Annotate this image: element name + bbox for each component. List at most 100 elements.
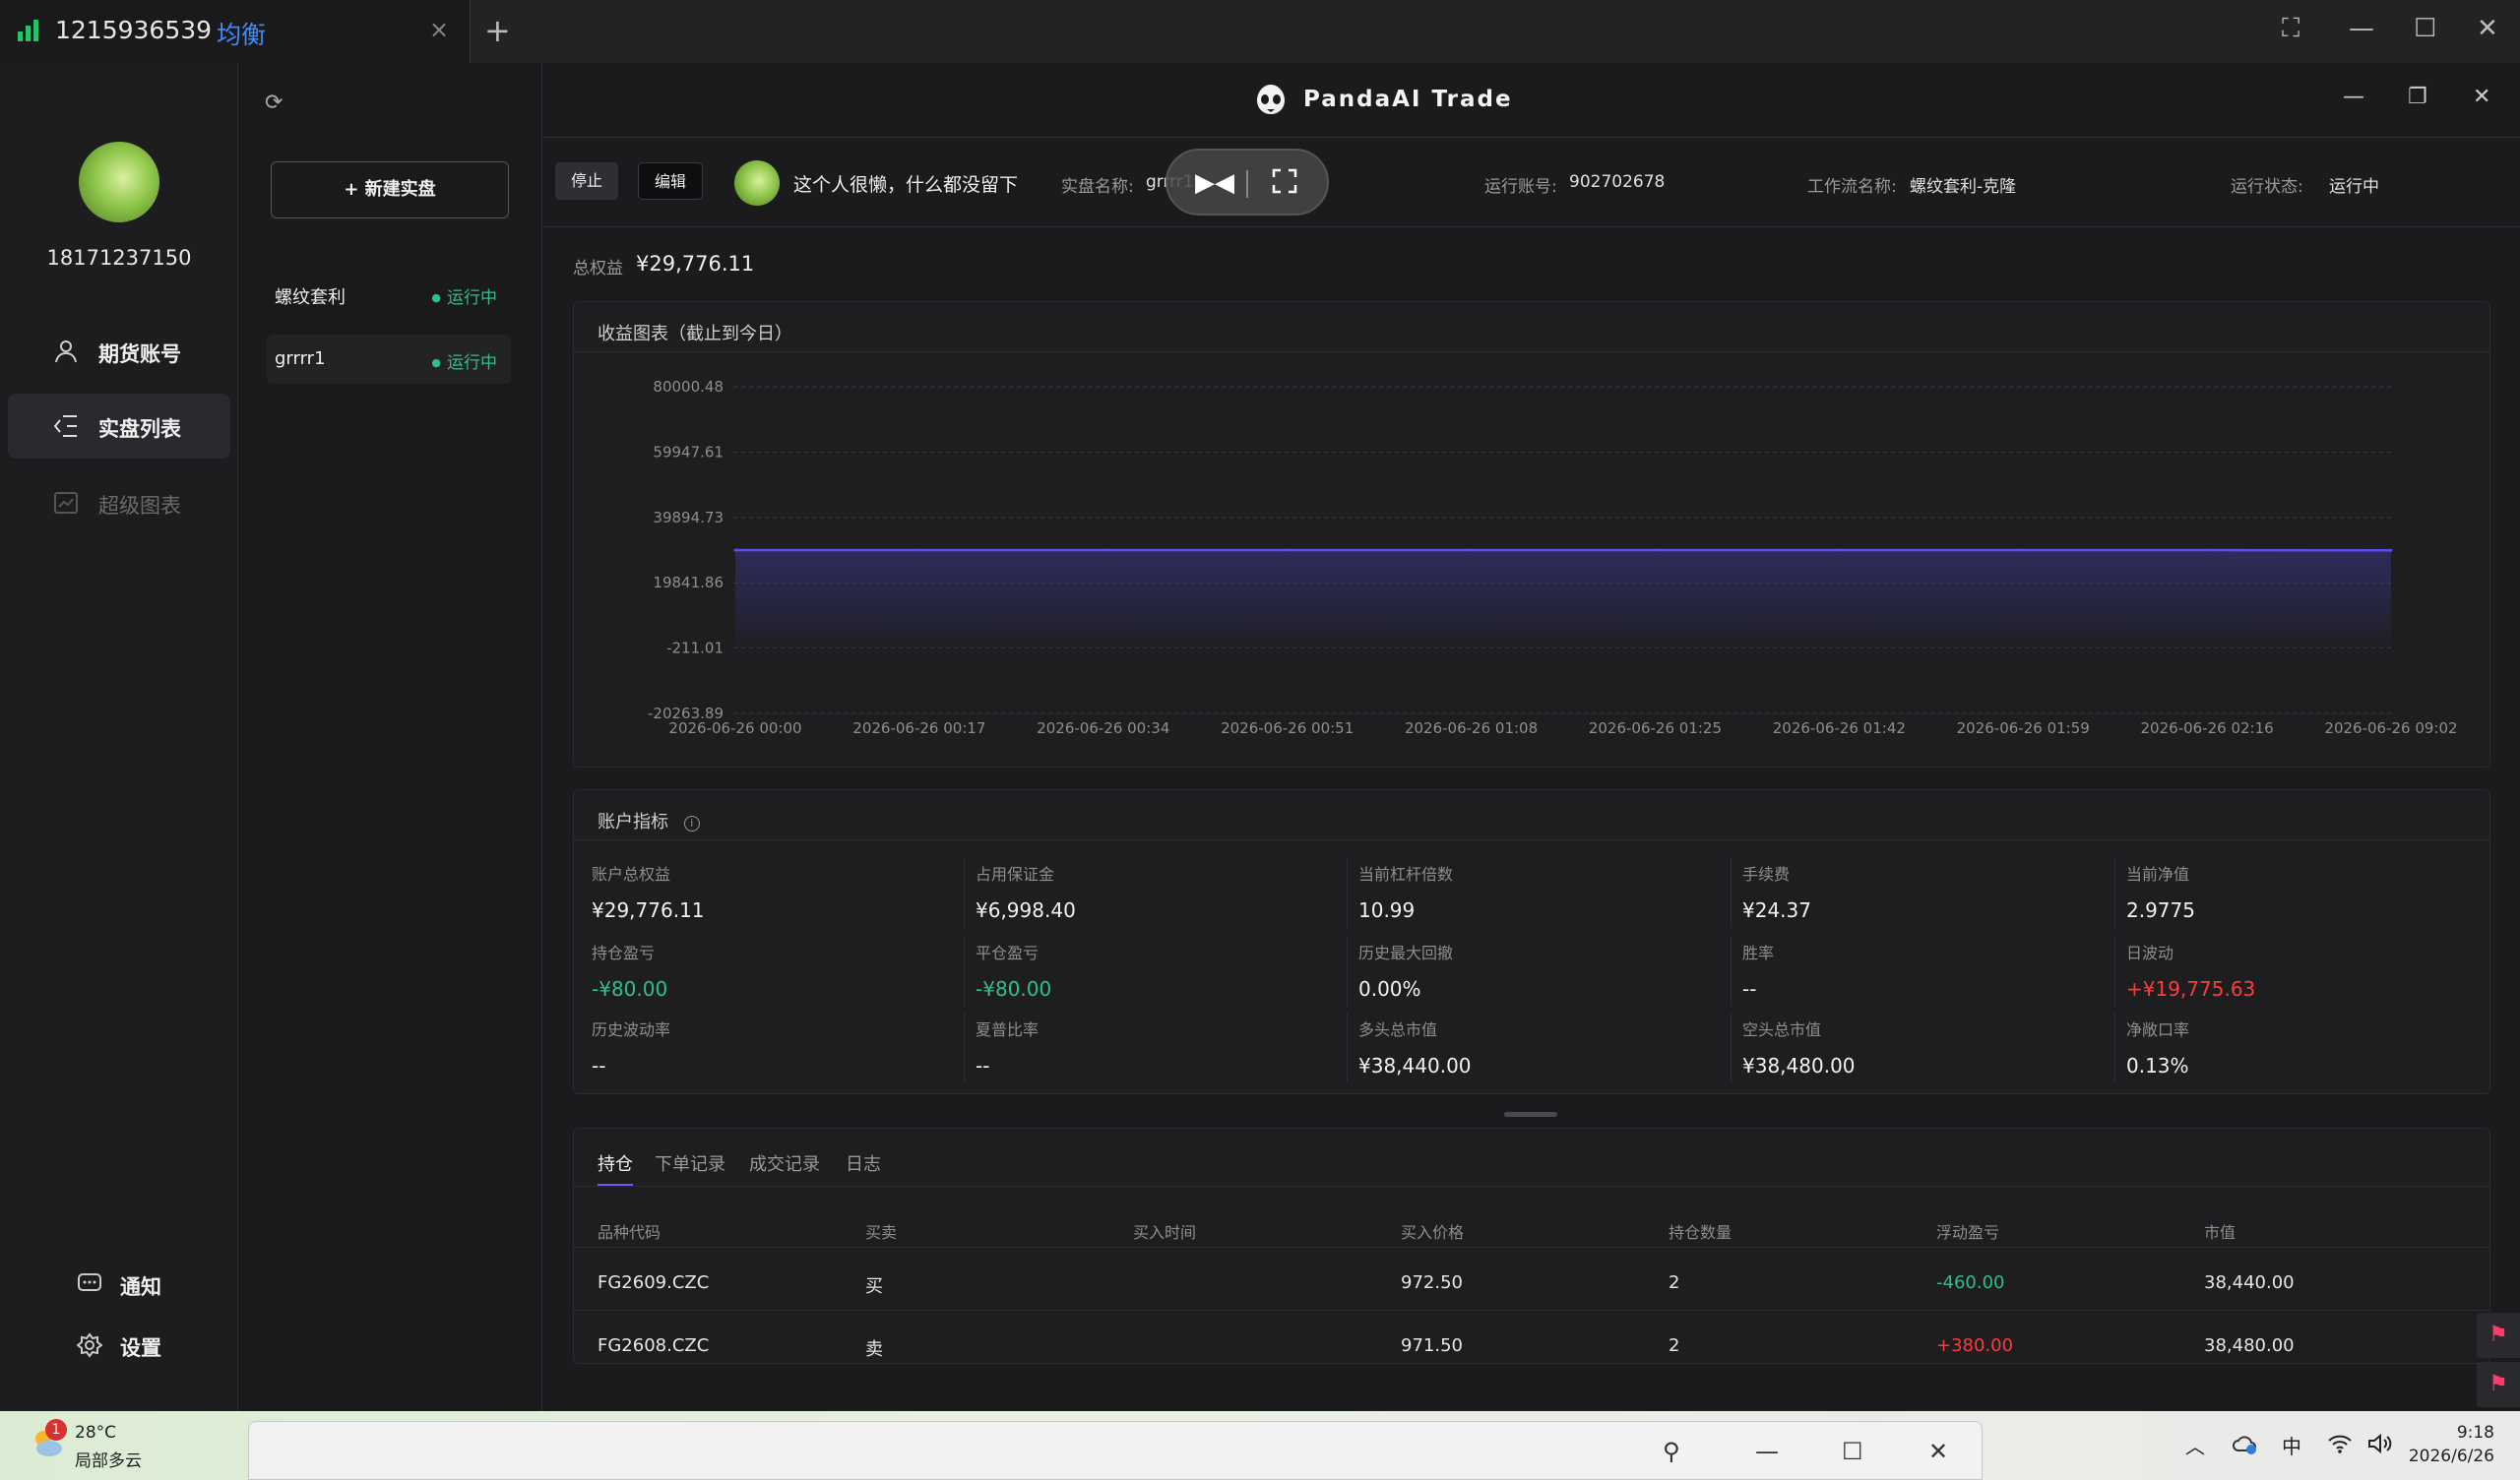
tab-trades[interactable]: 成交记录 <box>749 1150 820 1176</box>
clock-time: 9:18 <box>2456 1423 2494 1443</box>
tab-logs[interactable]: 日志 <box>846 1150 881 1176</box>
x-tick-label: 2026-06-26 00:51 <box>1221 719 1354 737</box>
metric-label: 当前净值 <box>2126 865 2190 884</box>
minimize-icon[interactable]: — <box>2349 14 2374 43</box>
data-point[interactable] <box>2205 548 2209 552</box>
account-tab[interactable]: 1215936539 均衡 × <box>0 0 471 63</box>
floating-controls[interactable]: ▶◀ <box>1166 149 1329 216</box>
run-account-value: 902702678 <box>1569 172 1666 192</box>
resize-handle[interactable] <box>1504 1112 1557 1117</box>
ime-indicator[interactable]: 中 <box>2282 1431 2301 1459</box>
data-point[interactable] <box>1102 548 1105 552</box>
metric-divider <box>1731 936 1732 1007</box>
play-back-icon[interactable]: ▶◀ <box>1195 168 1234 198</box>
clock-date: 2026/6/26 <box>2408 1447 2494 1466</box>
panda-logo-icon <box>1257 85 1285 114</box>
metric-item: 多头总市值 ¥38,440.00 <box>1358 1017 1713 1078</box>
tab-close-icon[interactable]: × <box>429 16 449 43</box>
floating-window[interactable]: ⚲ — ☐ ✕ <box>248 1421 1983 1480</box>
metric-value: -¥80.00 <box>976 977 1052 1001</box>
positions-panel: 持仓 下单记录 成交记录 日志 品种代码 买卖 买入时间 买入价格 持仓数量 浮动盈亏 市值… <box>573 1128 2490 1364</box>
refresh-icon[interactable]: ⟳ <box>265 91 283 115</box>
metric-value: ¥6,998.40 <box>976 898 1076 922</box>
trade-status: 运行中 <box>431 283 497 308</box>
info-icon[interactable]: i <box>683 816 700 832</box>
metric-label: 占用保证金 <box>976 865 1055 884</box>
trade-info-bar: 停止 编辑 这个人很懒，什么都没留下 实盘名称: grrrr1 ▶◀ 运行账号:… <box>543 139 2520 227</box>
data-point[interactable] <box>1286 548 1290 552</box>
edit-button[interactable]: 编辑 <box>638 162 704 200</box>
sidebar-item-label: 期货账号 <box>98 342 181 366</box>
trade-item-selected[interactable]: grrrr1 运行中 <box>267 335 511 384</box>
metric-value: ¥38,440.00 <box>1358 1054 1472 1078</box>
table-cell: FG2609.CZC <box>598 1272 710 1293</box>
metric-item: 手续费 ¥24.37 <box>1742 861 2097 922</box>
data-point[interactable] <box>917 548 921 552</box>
new-trade-button[interactable]: + 新建实盘 <box>271 161 509 218</box>
gear-icon <box>77 1332 102 1358</box>
metric-divider <box>964 857 965 928</box>
system-clock[interactable]: 9:18 2026/6/26 <box>2409 1421 2494 1468</box>
total-equity-label: 总权益 <box>573 259 623 278</box>
fullscreen-icon[interactable] <box>1272 168 1297 194</box>
chevron-up-icon[interactable]: ︿ <box>2185 1431 2205 1459</box>
tab-positions[interactable]: 持仓 <box>598 1150 633 1176</box>
x-tick-label: 2026-06-26 01:42 <box>1773 719 1906 737</box>
metric-label: 历史最大回撤 <box>1358 944 1454 962</box>
metric-value: +¥19,775.63 <box>2126 977 2256 1001</box>
flag-icon[interactable]: ⚑ <box>2477 1362 2520 1407</box>
owner-motto: 这个人很懒，什么都没留下 <box>793 174 1019 196</box>
workflow-value: 螺纹套利-克隆 <box>1910 177 2017 197</box>
mini-maximize-icon[interactable]: ☐ <box>1842 1438 1863 1465</box>
sidebar-item-trade-list[interactable]: 实盘列表 <box>8 394 230 459</box>
trade-name: grrrr1 <box>275 348 326 369</box>
mini-minimize-icon[interactable]: — <box>1755 1438 1779 1465</box>
mini-close-icon[interactable]: ✕ <box>1928 1438 1948 1465</box>
column-header: 浮动盈亏 <box>1936 1223 2000 1242</box>
data-point[interactable] <box>733 548 737 552</box>
data-point[interactable] <box>1470 548 1474 552</box>
data-point[interactable] <box>1653 548 1657 552</box>
app-minimize-icon[interactable]: — <box>2343 85 2364 109</box>
metric-item: 持仓盈亏 -¥80.00 <box>592 940 946 1001</box>
flag-icon[interactable]: ⚑ <box>2477 1313 2520 1358</box>
metric-value: ¥29,776.11 <box>592 898 705 922</box>
metric-value: 2.9775 <box>2126 898 2195 922</box>
app-title: PandaAI Trade <box>1303 87 1513 112</box>
table-cell: 2 <box>1669 1272 1680 1293</box>
speaker-icon[interactable] <box>2366 1433 2394 1454</box>
metric-value: ¥24.37 <box>1742 898 1811 922</box>
close-window-icon[interactable]: ✕ <box>2477 14 2498 43</box>
sidebar-item-futures-account[interactable]: 期货账号 <box>8 319 230 384</box>
column-header: 买入时间 <box>1133 1223 1197 1242</box>
y-tick-label: 19841.86 <box>653 574 724 591</box>
table-cell: 38,480.00 <box>2204 1335 2295 1356</box>
pin-icon[interactable]: ⚲ <box>1663 1438 1680 1465</box>
tab-orders[interactable]: 下单记录 <box>655 1150 725 1176</box>
account-metrics-panel: 账户指标 i 账户总权益 ¥29,776.11 占用保证金 ¥6,998.40 当前杠杆… <box>573 789 2490 1094</box>
y-tick-label: 59947.61 <box>653 443 724 461</box>
fullscreen-icon[interactable]: ⛶ <box>2282 14 2300 44</box>
stop-button[interactable]: 停止 <box>555 162 619 200</box>
table-cell: 38,440.00 <box>2204 1272 2295 1293</box>
metric-item: 日波动 +¥19,775.63 <box>2126 940 2481 1001</box>
x-tick-label: 2026-06-26 00:00 <box>668 719 801 737</box>
app-restore-icon[interactable]: ❐ <box>2408 85 2427 109</box>
new-tab-button[interactable]: + <box>484 12 511 49</box>
notify-label: 通知 <box>120 1275 161 1299</box>
wifi-icon[interactable] <box>2327 1433 2353 1454</box>
metric-value: -- <box>976 1054 990 1078</box>
user-avatar[interactable] <box>79 142 159 222</box>
trade-item[interactable]: 螺纹套利 运行中 <box>267 270 511 319</box>
metric-item: 当前杠杆倍数 10.99 <box>1358 861 1713 922</box>
metric-label: 平仓盈亏 <box>976 944 1040 962</box>
data-point[interactable] <box>2021 548 2025 552</box>
data-point[interactable] <box>1837 548 1841 552</box>
run-status-label: 运行状态: <box>2231 177 2303 197</box>
sidebar-item-super-chart[interactable]: 超级图表 <box>8 470 230 535</box>
cloud-sync-icon[interactable] <box>2233 1433 2258 1456</box>
app-close-icon[interactable]: ✕ <box>2473 85 2490 109</box>
divider <box>1246 170 1248 198</box>
maximize-icon[interactable]: ☐ <box>2414 14 2436 43</box>
data-point[interactable] <box>2389 548 2393 552</box>
